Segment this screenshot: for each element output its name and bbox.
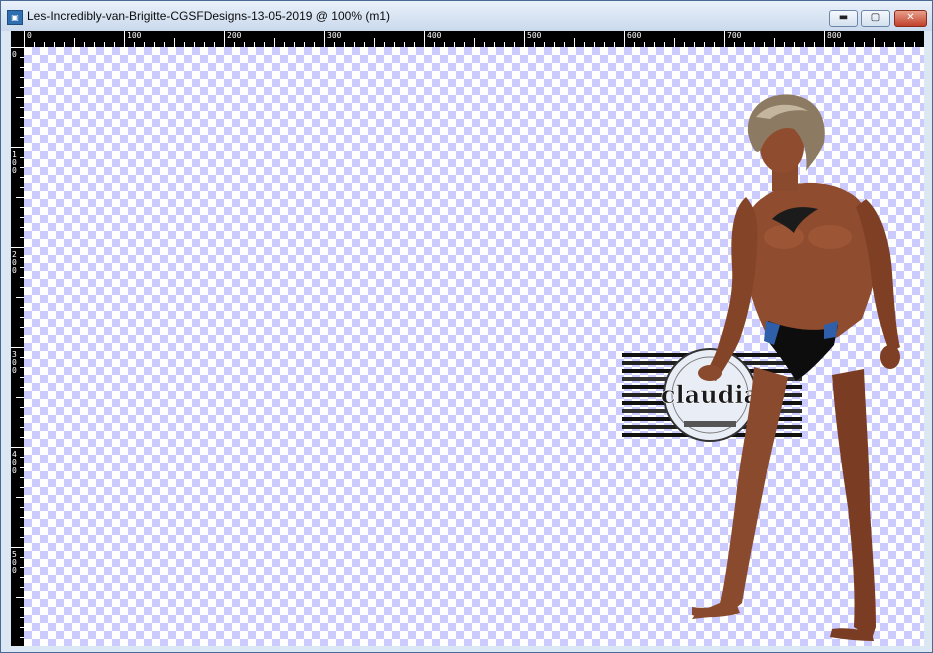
- ruler-tick: [524, 31, 525, 47]
- ruler-tick: [11, 547, 24, 548]
- ruler-label: 2 0 0: [12, 250, 17, 275]
- ruler-tick: [74, 38, 75, 47]
- ruler-tick: [324, 31, 325, 47]
- ruler-label: 0: [27, 31, 32, 40]
- ruler-label: 5 0 0: [12, 550, 17, 575]
- window-bottom-border: [11, 646, 924, 650]
- ruler-label: 300: [327, 31, 342, 40]
- ruler-tick: [424, 31, 425, 47]
- ruler-label: 600: [627, 31, 642, 40]
- ruler-tick: [224, 31, 225, 47]
- watermark-text: claudia: [661, 380, 759, 409]
- ruler-label: 1 0 0: [12, 150, 17, 175]
- ruler-tick: [16, 297, 24, 298]
- ruler-label: 200: [227, 31, 242, 40]
- ruler-tick: [16, 397, 24, 398]
- ruler-tick: [574, 38, 575, 47]
- ruler-tick: [124, 31, 125, 47]
- psp-image-icon[interactable]: ▣: [7, 10, 23, 25]
- ruler-label: 700: [727, 31, 742, 40]
- ruler-tick: [16, 97, 24, 98]
- ruler-tick: [474, 38, 475, 47]
- ruler-tick: [874, 38, 875, 47]
- ruler-label: 0: [12, 50, 17, 59]
- title-bar[interactable]: ▣ Les-Incredibly-van-Brigitte-CGSFDesign…: [1, 1, 932, 31]
- ruler-tick: [674, 38, 675, 47]
- ruler-tick: [774, 38, 775, 47]
- horizontal-ruler: 0 100 200 300 400 500 600 700 800: [11, 31, 924, 47]
- ruler-label: 4 0 0: [12, 450, 17, 475]
- close-button[interactable]: ✕: [894, 10, 927, 27]
- ruler-tick: [724, 31, 725, 47]
- ruler-tick: [11, 147, 24, 148]
- ruler-label: 100: [127, 31, 142, 40]
- ruler-tick: [824, 31, 825, 47]
- canvas-artwork: claudia: [622, 94, 900, 641]
- ruler-corner: [11, 31, 24, 47]
- ruler-tick: [11, 47, 24, 48]
- ruler-label: 500: [527, 31, 542, 40]
- ruler-label: 800: [827, 31, 842, 40]
- male-figure-image: [692, 94, 900, 641]
- image-canvas[interactable]: claudia: [24, 47, 924, 646]
- image-window: ▣ Les-Incredibly-van-Brigitte-CGSFDesign…: [0, 0, 933, 653]
- ruler-tick: [274, 38, 275, 47]
- ruler-label: 400: [427, 31, 442, 40]
- ruler-tick: [624, 31, 625, 47]
- maximize-button[interactable]: ▢: [861, 10, 890, 27]
- minimize-button[interactable]: ▬: [829, 10, 858, 27]
- ruler-tick: [16, 497, 24, 498]
- ruler-tick: [174, 38, 175, 47]
- ruler-tick: [16, 197, 24, 198]
- vertical-ruler: 0 1 0 0 2 0 0 3 0 0 4 0 0 5 0 0: [11, 47, 24, 646]
- ruler-tick: [11, 347, 24, 348]
- ruler-tick: [24, 31, 25, 47]
- ruler-tick: [11, 447, 24, 448]
- window-title: Les-Incredibly-van-Brigitte-CGSFDesigns-…: [27, 9, 390, 23]
- ruler-tick: [374, 38, 375, 47]
- ruler-tick: [11, 247, 24, 248]
- ruler-tick: [16, 597, 24, 598]
- ruler-label: 3 0 0: [12, 350, 17, 375]
